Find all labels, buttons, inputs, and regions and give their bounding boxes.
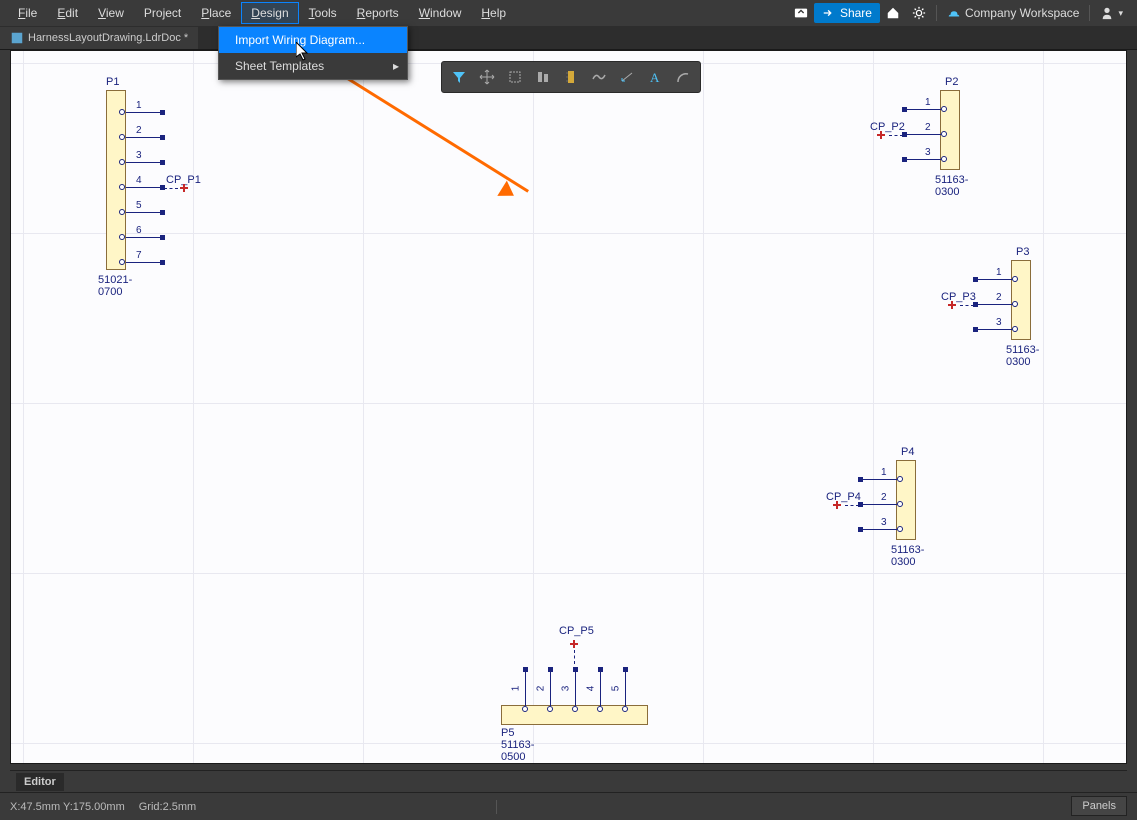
- align-tool[interactable]: [529, 65, 557, 89]
- filter-tool[interactable]: [445, 65, 473, 89]
- workspace-button[interactable]: Company Workspace: [941, 4, 1086, 22]
- tab-label: HarnessLayoutDrawing.LdrDoc *: [28, 32, 188, 44]
- menu-import-wiring-diagram[interactable]: Import Wiring Diagram...: [219, 27, 407, 53]
- status-grid: Grid:2.5mm: [139, 801, 196, 813]
- menu-design[interactable]: Design: [241, 2, 298, 24]
- user-avatar[interactable]: ▾: [1094, 4, 1129, 22]
- menu-file[interactable]: File: [8, 2, 47, 24]
- menu-place[interactable]: Place: [191, 2, 241, 24]
- menu-project[interactable]: Project: [134, 2, 191, 24]
- connector-tool[interactable]: [557, 65, 585, 89]
- editor-bar: Editor: [10, 770, 1127, 792]
- settings-button[interactable]: [906, 4, 932, 22]
- menu-bar: File Edit View Project Place Design Tool…: [0, 0, 1137, 26]
- menu-help[interactable]: Help: [471, 2, 516, 24]
- share-button[interactable]: Share: [814, 3, 880, 23]
- document-tab[interactable]: HarnessLayoutDrawing.LdrDoc *: [0, 27, 198, 49]
- submenu-arrow-icon: ▸: [393, 59, 399, 73]
- dimension-tool[interactable]: [613, 65, 641, 89]
- menu-window[interactable]: Window: [409, 2, 472, 24]
- select-tool[interactable]: [501, 65, 529, 89]
- workspace-label: Company Workspace: [965, 6, 1080, 20]
- design-dropdown: Import Wiring Diagram... Sheet Templates…: [218, 26, 408, 80]
- svg-text:A: A: [650, 70, 660, 85]
- floating-toolbar: A: [441, 61, 701, 93]
- menu-sheet-templates[interactable]: Sheet Templates ▸: [219, 53, 407, 79]
- wire-tool[interactable]: [585, 65, 613, 89]
- menu-edit[interactable]: Edit: [47, 2, 88, 24]
- status-bar: X:47.5mm Y:175.00mm Grid:2.5mm: [0, 792, 1137, 820]
- status-coord: X:47.5mm Y:175.00mm: [10, 801, 125, 813]
- menu-view[interactable]: View: [88, 2, 134, 24]
- text-tool[interactable]: A: [641, 65, 669, 89]
- panels-button[interactable]: Panels: [1071, 796, 1127, 816]
- notification-button[interactable]: [788, 4, 814, 22]
- tab-bar: HarnessLayoutDrawing.LdrDoc *: [0, 26, 1137, 50]
- share-label: Share: [840, 6, 872, 20]
- mouse-cursor: [296, 42, 312, 65]
- home-button[interactable]: [880, 4, 906, 22]
- arc-tool[interactable]: [669, 65, 697, 89]
- editor-label[interactable]: Editor: [16, 773, 64, 791]
- menu-reports[interactable]: Reports: [347, 2, 409, 24]
- move-tool[interactable]: [473, 65, 501, 89]
- canvas-area[interactable]: A P1 1 2 3 4 5 6 7 51021-0700 CP_P1 P2: [10, 50, 1127, 764]
- menu-tools[interactable]: Tools: [299, 2, 347, 24]
